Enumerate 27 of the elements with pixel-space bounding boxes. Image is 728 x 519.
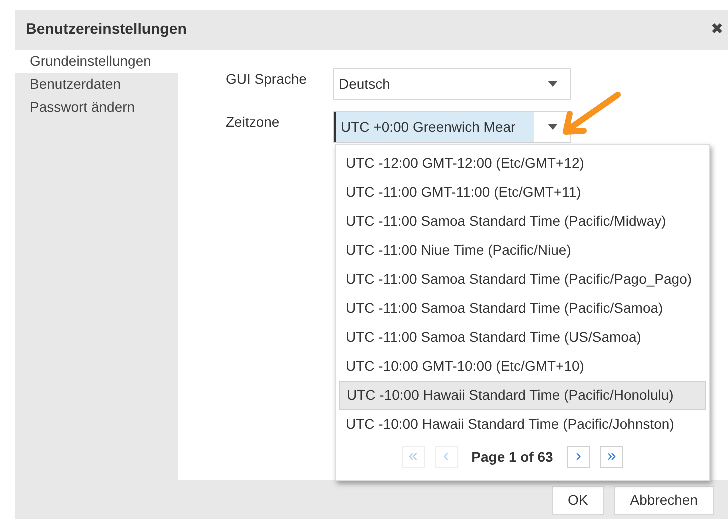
dropdown-option[interactable]: UTC -11:00 Samoa Standard Time (US/Samoa) xyxy=(339,323,706,352)
page-indicator: Page 1 of 63 xyxy=(470,448,554,467)
field-label: Zeitzone xyxy=(226,113,281,132)
dropdown-option[interactable]: UTC -12:00 GMT-12:00 (Etc/GMT+12) xyxy=(339,149,706,178)
sidebar-item[interactable]: Grundeinstellungen xyxy=(15,50,178,73)
caret-icon xyxy=(548,81,558,87)
window-title: Benutzereinstellungen xyxy=(26,20,187,40)
dropdown-option[interactable]: UTC -11:00 Samoa Standard Time (Pacific/Samoa) xyxy=(339,294,706,323)
select-field[interactable]: Deutsch xyxy=(333,68,571,100)
dropdown-option[interactable]: UTC -10:00 GMT-10:00 (Etc/GMT+10) xyxy=(339,352,706,381)
arrow-icon xyxy=(560,90,624,138)
select-value: UTC +0:00 Greenwich Mear xyxy=(334,112,534,142)
last-page-button[interactable]: » xyxy=(600,446,624,468)
close-button[interactable]: ✖ xyxy=(711,18,724,42)
dropdown-option[interactable]: UTC -11:00 GMT-11:00 (Etc/GMT+11) xyxy=(339,178,706,207)
dropdown-option[interactable]: UTC -11:00 Niue Time (Pacific/Niue) xyxy=(339,236,706,265)
select-field[interactable]: UTC +0:00 Greenwich Mear xyxy=(333,111,571,143)
dropdown-option[interactable]: UTC -11:00 Samoa Standard Time (Pacific/Midway) xyxy=(339,207,706,236)
caret-icon xyxy=(548,124,558,130)
next-page-button[interactable]: › xyxy=(567,446,590,468)
field-label: GUI Sprache xyxy=(226,70,308,89)
dropdown-option[interactable]: UTC -10:00 Hawaii Standard Time (Pacific/Johnston) xyxy=(339,410,706,439)
dropdown-option[interactable]: UTC -10:00 Hawaii Standard Time (Pacific/Honolulu) xyxy=(339,381,706,410)
ok-button[interactable]: OK xyxy=(552,486,604,515)
select-value: Deutsch xyxy=(338,74,392,94)
cancel-button[interactable]: Abbrechen xyxy=(614,486,714,515)
dropdown-option[interactable]: UTC -11:00 Samoa Standard Time (Pacific/Pago_Pago) xyxy=(339,265,706,294)
